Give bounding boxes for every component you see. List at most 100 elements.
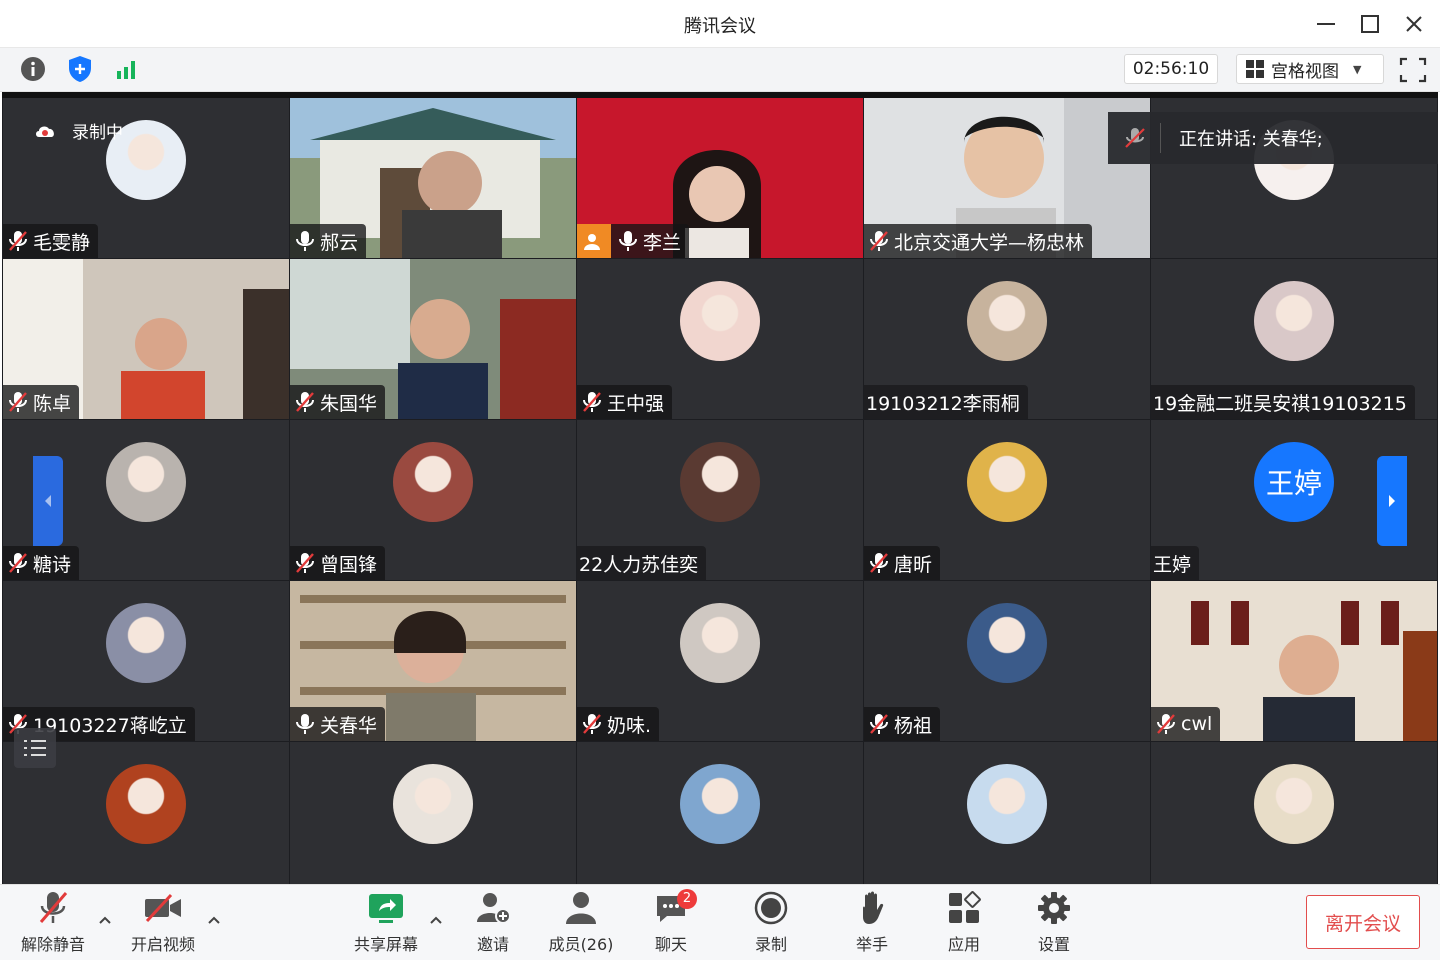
members-icon bbox=[566, 892, 596, 924]
members-button[interactable]: 成员(26) bbox=[541, 889, 621, 955]
participant-nameplate: 19金融二班吴安祺19103215 bbox=[1151, 385, 1415, 419]
raise-hand-icon bbox=[863, 891, 884, 924]
participant-tile[interactable]: 李兰 bbox=[577, 98, 863, 258]
participant-tile[interactable]: 易多 bbox=[290, 742, 576, 884]
settings-label: 设置 bbox=[1037, 935, 1070, 954]
video-options-chevron-icon[interactable] bbox=[206, 913, 222, 929]
participant-name: 杨祖 bbox=[894, 714, 933, 737]
participant-tile[interactable]: 22人力苏佳奕 bbox=[577, 420, 863, 580]
participant-tile[interactable]: 19金融二班吴安祺19103215 bbox=[1151, 259, 1437, 419]
participant-name: 朱国华 bbox=[320, 392, 378, 415]
avatar bbox=[967, 281, 1047, 361]
participant-nameplate: 陈卓 bbox=[3, 385, 80, 419]
avatar bbox=[393, 442, 473, 522]
mic-icon bbox=[296, 231, 314, 251]
participant-tile[interactable]: 王中强 bbox=[577, 259, 863, 419]
leave-meeting-button[interactable]: 离开会议 bbox=[1306, 895, 1420, 949]
signal-icon[interactable] bbox=[112, 54, 142, 84]
view-mode-select[interactable]: 宫格视图 ▼ bbox=[1236, 54, 1384, 84]
maximize-icon[interactable] bbox=[1356, 10, 1384, 38]
mic-icon bbox=[296, 714, 314, 734]
participant-name: 19103227蒋屹立 bbox=[33, 714, 187, 737]
invite-button[interactable]: 邀请 bbox=[453, 889, 533, 955]
share-options-chevron-icon[interactable] bbox=[428, 913, 444, 929]
participant-tile[interactable]: 郝云 bbox=[290, 98, 576, 258]
mic-muted-icon bbox=[1157, 714, 1175, 734]
participant-nameplate: 毛雯静 bbox=[3, 224, 99, 258]
record-button[interactable]: 录制 bbox=[731, 889, 811, 955]
minimize-icon[interactable] bbox=[1312, 10, 1340, 38]
mic-muted-icon bbox=[583, 714, 601, 734]
participant-name: 关春华 bbox=[320, 714, 378, 737]
start-video-button[interactable]: 开启视频 bbox=[123, 889, 203, 955]
mic-muted-icon bbox=[9, 553, 27, 573]
avatar bbox=[393, 764, 473, 844]
participant-tile[interactable]: 19103227蒋屹立 bbox=[3, 581, 289, 741]
participant-tile[interactable]: 龙馨 bbox=[864, 742, 1150, 884]
avatar bbox=[967, 442, 1047, 522]
raise-hand-button[interactable]: 举手 bbox=[832, 889, 912, 955]
fullscreen-icon[interactable] bbox=[1398, 56, 1428, 84]
settings-button[interactable]: 设置 bbox=[1014, 889, 1094, 955]
participant-tile[interactable]: 周大一西西 bbox=[577, 742, 863, 884]
participant-nameplate: 奶味. bbox=[577, 707, 660, 741]
chevron-left-icon bbox=[45, 495, 51, 507]
previous-page-button[interactable] bbox=[33, 456, 63, 546]
share-screen-label: 共享屏幕 bbox=[353, 935, 418, 954]
invite-label: 邀请 bbox=[476, 935, 509, 954]
participant-tile[interactable]: 何志鹏 bbox=[1151, 742, 1437, 884]
unmute-button[interactable]: 解除静音 bbox=[13, 889, 93, 955]
recording-indicator: 录制中 bbox=[34, 118, 123, 143]
avatar bbox=[967, 603, 1047, 683]
participant-tile[interactable]: 陈卓 bbox=[3, 259, 289, 419]
participant-tile[interactable]: 朱国华 bbox=[290, 259, 576, 419]
participant-nameplate: 王中强 bbox=[577, 385, 673, 419]
participant-nameplate: 19103212李雨桐 bbox=[864, 385, 1028, 419]
security-shield-icon[interactable] bbox=[65, 54, 95, 84]
participant-tile[interactable]: 曾国锋 bbox=[290, 420, 576, 580]
meeting-timer: 02:56:10 bbox=[1124, 54, 1218, 84]
add-user-icon bbox=[477, 893, 511, 924]
share-screen-icon bbox=[369, 894, 403, 923]
participant-name: 奶味. bbox=[607, 714, 652, 737]
divider bbox=[1160, 123, 1161, 153]
speaking-label: 正在讲话: 关春华; bbox=[1179, 129, 1323, 150]
participant-name: 19金融二班吴安祺19103215 bbox=[1153, 392, 1407, 415]
participant-tile[interactable]: 19103212李雨桐 bbox=[864, 259, 1150, 419]
participant-tile[interactable]: 杨祖 bbox=[864, 581, 1150, 741]
apps-icon bbox=[949, 891, 981, 923]
participant-nameplate: cwl bbox=[1151, 707, 1221, 741]
apps-button[interactable]: 应用 bbox=[924, 889, 1004, 955]
mic-muted-icon bbox=[870, 714, 888, 734]
participant-name: 北京交通大学—杨忠林 bbox=[894, 231, 1085, 254]
view-mode-label: 宫格视图 bbox=[1271, 61, 1339, 82]
mic-muted-icon bbox=[296, 553, 314, 573]
grid-view-icon bbox=[1246, 60, 1264, 78]
avatar bbox=[680, 603, 760, 683]
next-page-button[interactable] bbox=[1377, 456, 1407, 546]
video-grid: 录制中 毛雯静 郝云 李兰 北京交通大学—杨忠林陈卓 朱国华 王中强 19103212李雨桐… bbox=[2, 92, 1438, 884]
avatar bbox=[680, 281, 760, 361]
participant-nameplate: 郝云 bbox=[290, 224, 367, 258]
mic-muted-icon bbox=[296, 392, 314, 412]
share-screen-button[interactable]: 共享屏幕 bbox=[346, 889, 426, 955]
window-title: 腾讯会议 bbox=[684, 16, 756, 37]
recording-cloud-icon bbox=[36, 126, 54, 137]
close-icon[interactable] bbox=[1400, 10, 1428, 38]
participant-nameplate: 曾国锋 bbox=[290, 546, 386, 580]
host-icon bbox=[577, 224, 611, 258]
participant-tile[interactable]: 奶味. bbox=[577, 581, 863, 741]
member-list-toggle-button[interactable] bbox=[14, 728, 56, 768]
avatar bbox=[1254, 764, 1334, 844]
participant-nameplate: 糖诗 bbox=[3, 546, 80, 580]
chat-button[interactable]: 2 聊天 bbox=[631, 889, 711, 955]
info-icon[interactable] bbox=[18, 54, 48, 84]
participant-tile[interactable]: cwl bbox=[1151, 581, 1437, 741]
speaking-indicator: 正在讲话: 关春华; bbox=[1108, 112, 1438, 164]
audio-options-chevron-icon[interactable] bbox=[97, 913, 113, 929]
participant-name: 王婷 bbox=[1153, 553, 1192, 576]
participant-tile[interactable]: 关春华 bbox=[290, 581, 576, 741]
participant-tile[interactable]: 唐昕 bbox=[864, 420, 1150, 580]
participant-nameplate: 唐昕 bbox=[864, 546, 941, 580]
start-video-label: 开启视频 bbox=[130, 935, 195, 954]
